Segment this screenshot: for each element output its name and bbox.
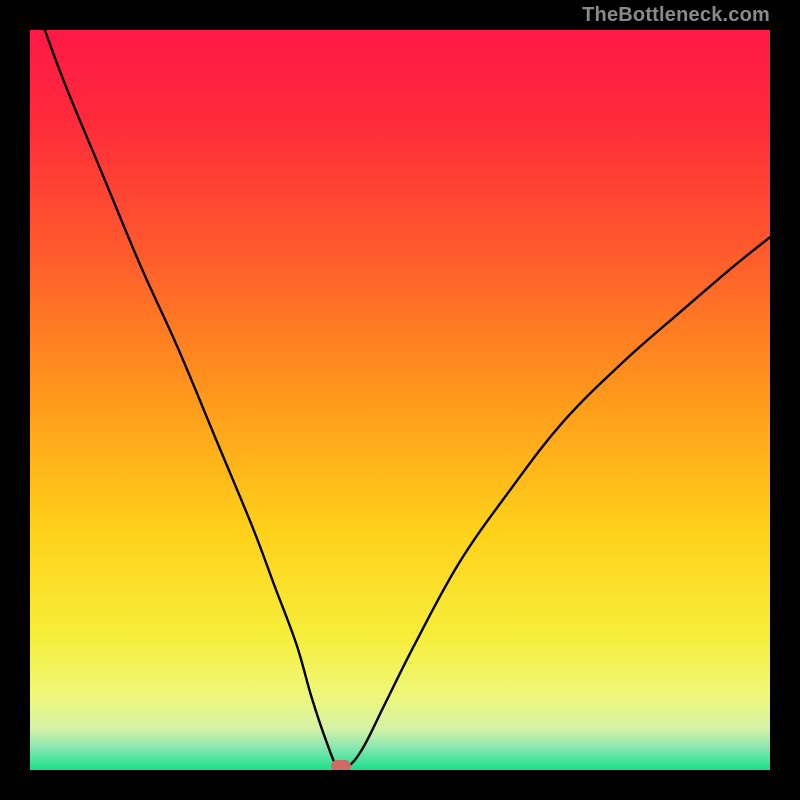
optimal-marker xyxy=(331,760,351,770)
bottleneck-curve xyxy=(45,30,770,769)
plot-area xyxy=(30,30,770,770)
gradient-background xyxy=(30,30,770,770)
chart-svg xyxy=(30,30,770,770)
watermark-text: TheBottleneck.com xyxy=(582,4,770,27)
chart-frame: TheBottleneck.com xyxy=(0,0,800,800)
